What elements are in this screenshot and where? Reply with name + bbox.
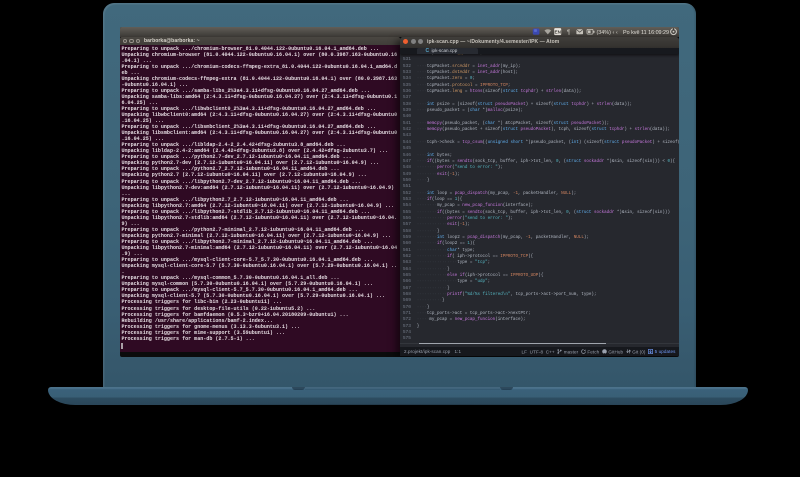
- svg-text:‹ ‹: ‹ ‹: [612, 30, 617, 36]
- svg-text:(34%): (34%): [596, 30, 611, 36]
- svg-text:¶: ¶: [567, 30, 570, 36]
- svg-text:EN: EN: [554, 30, 561, 35]
- svg-text:Po kvě 11 16:09:29: Po kvě 11 16:09:29: [623, 30, 669, 36]
